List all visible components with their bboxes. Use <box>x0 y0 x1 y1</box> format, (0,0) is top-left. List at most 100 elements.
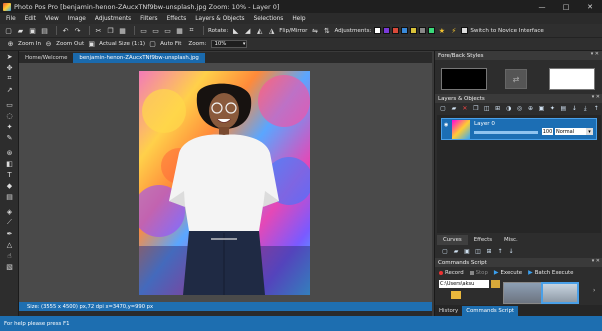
layer-style-icon[interactable]: ◎ <box>516 105 524 113</box>
curve-edit-icon[interactable]: ◫ <box>474 247 482 255</box>
zoom-dropdown[interactable]: 10% ▾ <box>211 40 248 48</box>
rotate-180-icon[interactable]: ◭ <box>255 26 264 35</box>
eraser-icon[interactable]: ◧ <box>0 158 19 169</box>
straighten-tool-icon[interactable]: ↗ <box>0 84 19 95</box>
visibility-icon[interactable]: ◉ <box>444 122 448 128</box>
eyedropper-icon[interactable]: ⟋ <box>0 217 19 228</box>
open-layer-icon[interactable]: ▰ <box>450 105 458 113</box>
curve-new-icon[interactable]: ▢ <box>441 247 449 255</box>
open-folder-icon[interactable]: ▰ <box>16 26 25 35</box>
tab-history[interactable]: History <box>435 306 462 316</box>
curve-apply-icon[interactable]: ⊞ <box>485 247 493 255</box>
crop-tool-icon[interactable]: ⌗ <box>0 73 19 84</box>
curve-up-icon[interactable]: ↑ <box>496 247 504 255</box>
move-up-icon[interactable]: ↑ <box>592 105 600 113</box>
panel-controls-icon[interactable]: ▾ ✕ <box>592 94 600 100</box>
photo-canvas[interactable] <box>139 71 310 295</box>
maximize-button[interactable]: □ <box>554 0 578 13</box>
mask-icon[interactable]: ◑ <box>505 105 513 113</box>
minimize-button[interactable]: — <box>530 0 554 13</box>
blend-mode-select[interactable]: Normal <box>555 128 586 135</box>
pen-tool-icon[interactable]: ✒ <box>0 228 19 239</box>
zoom-in-button[interactable]: Zoom In <box>18 41 41 47</box>
novice-toggle-icon[interactable] <box>461 27 469 34</box>
adjust-curves-icon[interactable] <box>428 27 436 34</box>
menu-file[interactable]: File <box>6 16 16 22</box>
folder-icon[interactable] <box>451 291 461 299</box>
align-left-icon[interactable]: ▭ <box>139 26 148 35</box>
browse-folder-icon[interactable] <box>491 280 500 288</box>
adjust-levels-icon[interactable] <box>392 27 400 34</box>
tab-curves[interactable]: Curves <box>437 235 468 245</box>
canvas-area[interactable] <box>19 63 432 302</box>
brush-icon[interactable]: ✎ <box>0 132 19 143</box>
shape-tool-icon[interactable]: ◆ <box>0 180 19 191</box>
menu-image[interactable]: Image <box>68 16 86 22</box>
new-file-icon[interactable]: ▢ <box>4 26 13 35</box>
panel-controls-icon[interactable]: ▾ ✕ <box>592 258 600 264</box>
layer-properties-icon[interactable]: ◫ <box>483 105 491 113</box>
rotate-left-icon[interactable]: ◣ <box>231 26 240 35</box>
selection-rect-icon[interactable]: ▭ <box>0 99 19 110</box>
zoom-in-icon[interactable]: ⊕ <box>6 40 15 49</box>
script-thumbnail-selected[interactable] <box>541 282 579 304</box>
close-button[interactable]: ✕ <box>578 0 602 13</box>
tab-document[interactable]: benjamin-henon-ZAucxTNf9bw-unsplash.jpg <box>73 53 205 63</box>
script-thumbnail[interactable] <box>503 282 545 304</box>
sharpen-tool-icon[interactable]: △ <box>0 239 19 250</box>
menu-adjustments[interactable]: Adjustments <box>95 16 131 22</box>
move-bottom-icon[interactable]: ⤓ <box>581 105 589 113</box>
menu-filters[interactable]: Filters <box>140 16 157 22</box>
merge-layer-icon[interactable]: ⊞ <box>494 105 502 113</box>
auto-fit-icon[interactable]: ▢ <box>148 40 157 49</box>
text-tool-icon[interactable]: T <box>0 169 19 180</box>
actual-size-icon[interactable]: ▣ <box>87 40 96 49</box>
chevron-down-icon[interactable]: ▾ <box>586 128 593 135</box>
menu-help[interactable]: Help <box>292 16 305 22</box>
scroll-right-icon[interactable]: › <box>593 287 595 294</box>
smudge-tool-icon[interactable]: ☝ <box>0 250 19 261</box>
move-down-icon[interactable]: ↓ <box>570 105 578 113</box>
magic-wand-icon[interactable]: ✦ <box>0 121 19 132</box>
new-layer-icon[interactable]: ▢ <box>439 105 447 113</box>
menu-layers-objects[interactable]: Layers & Objects <box>195 16 244 22</box>
switch-novice-label[interactable]: Switch to Novice Interface <box>470 28 543 34</box>
adjust-brightness-icon[interactable] <box>374 27 382 34</box>
group-layer-icon[interactable]: ▤ <box>559 105 567 113</box>
stop-button[interactable]: Stop <box>469 270 488 276</box>
script-path-field[interactable]: C:\Users\aksu <box>439 280 489 288</box>
adjust-hue-icon[interactable] <box>401 27 409 34</box>
curve-save-icon[interactable]: ▣ <box>463 247 471 255</box>
redo-icon[interactable]: ↷ <box>73 26 82 35</box>
copy-icon[interactable]: ❐ <box>106 26 115 35</box>
curve-down-icon[interactable]: ↓ <box>507 247 515 255</box>
align-center-icon[interactable]: ▭ <box>151 26 160 35</box>
fill-bucket-icon[interactable]: ◈ <box>0 206 19 217</box>
rotate-right-icon[interactable]: ◢ <box>243 26 252 35</box>
execute-button[interactable]: ▶ Execute <box>494 269 522 276</box>
actual-size-button[interactable]: Actual Size (1:1) <box>99 41 145 47</box>
lightning-icon[interactable]: ⚡ <box>449 26 458 35</box>
menu-edit[interactable]: Edit <box>25 16 36 22</box>
link-layer-icon[interactable]: ⊕ <box>527 105 535 113</box>
color-swatches-icon[interactable]: ▧ <box>0 261 19 272</box>
duplicate-layer-icon[interactable]: ❐ <box>472 105 480 113</box>
menu-selections[interactable]: Selections <box>254 16 284 22</box>
menu-view[interactable]: View <box>45 16 59 22</box>
tab-home-welcome[interactable]: Home/Welcome <box>19 53 73 63</box>
panel-controls-icon[interactable]: ▾ ✕ <box>591 51 599 57</box>
auto-fit-button[interactable]: Auto Fit <box>160 41 181 47</box>
lasso-icon[interactable]: ◌ <box>0 110 19 121</box>
crop-icon[interactable]: ⌗ <box>187 26 196 35</box>
opacity-slider[interactable] <box>474 131 538 134</box>
record-button[interactable]: Record <box>439 270 464 276</box>
save-icon[interactable]: ▣ <box>28 26 37 35</box>
tab-effects[interactable]: Effects <box>468 235 498 245</box>
zoom-out-button[interactable]: Zoom Out <box>56 41 84 47</box>
align-right-icon[interactable]: ▭ <box>163 26 172 35</box>
move-tool-icon[interactable]: ✥ <box>0 62 19 73</box>
pointer-tool-icon[interactable]: ➤ <box>0 51 19 62</box>
foreground-color-swatch[interactable] <box>441 68 487 90</box>
flip-vertical-icon[interactable]: ⇅ <box>322 26 331 35</box>
paste-icon[interactable]: ▦ <box>118 26 127 35</box>
